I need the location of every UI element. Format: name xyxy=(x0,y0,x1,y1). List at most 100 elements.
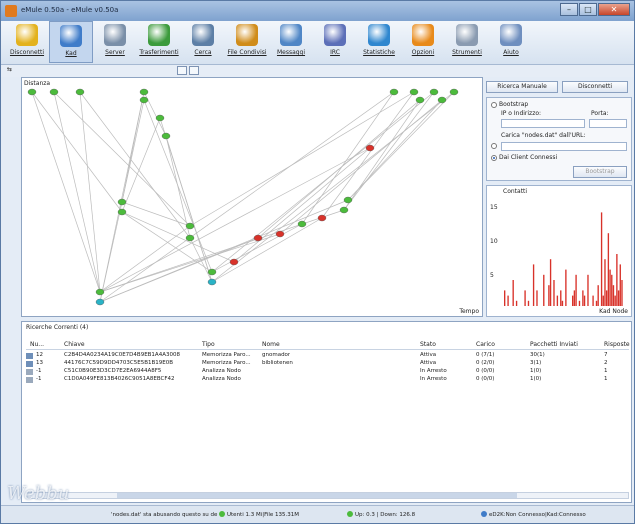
kad-node[interactable] xyxy=(95,288,105,296)
column-header[interactable]: Nome xyxy=(262,341,280,348)
table-row[interactable]: 13 44176C7C59D9DD4703C5E5B1B19E0B Memorizz… xyxy=(26,360,629,368)
table-cell: 0 (2/0) xyxy=(476,360,495,366)
toolbar-search-button[interactable]: Cerca xyxy=(181,21,225,63)
kad-node[interactable] xyxy=(161,132,171,140)
kad-node[interactable] xyxy=(429,88,439,96)
kad-node[interactable] xyxy=(117,208,127,216)
ip-input[interactable] xyxy=(501,119,585,128)
view-graph-icon[interactable] xyxy=(177,66,187,75)
disconnect-icon xyxy=(16,24,38,46)
kad-node[interactable] xyxy=(415,96,425,104)
table-cell: In Arresto xyxy=(420,376,447,382)
kad-node[interactable] xyxy=(49,88,59,96)
histogram-bar xyxy=(607,233,610,306)
histogram-bar xyxy=(597,285,599,306)
toolbar-label: Strumenti xyxy=(452,49,482,56)
disconnect-button[interactable]: Disconnetti xyxy=(562,81,628,93)
kad-node[interactable] xyxy=(185,234,195,242)
graph-edge xyxy=(53,91,191,227)
bootstrap-radio[interactable] xyxy=(491,102,497,108)
url-radio[interactable] xyxy=(491,143,497,149)
column-header[interactable]: Risposte xyxy=(604,341,630,348)
horizontal-scrollbar[interactable] xyxy=(26,492,629,499)
toolbar-options-button[interactable]: Opzioni xyxy=(401,21,445,63)
kad-node[interactable] xyxy=(155,114,165,122)
url-input[interactable] xyxy=(501,142,627,151)
graph-canvas[interactable] xyxy=(22,78,482,316)
table-cell: Analizza Nodo xyxy=(202,376,241,382)
histogram-bar xyxy=(582,290,584,306)
port-input[interactable] xyxy=(589,119,627,128)
manual-search-button[interactable]: Ricerca Manuale xyxy=(486,81,558,93)
table-row[interactable]: 12 C2B4D4A0234A19C0E7D4B9EB1A4A3008 Memori… xyxy=(26,352,629,360)
kad-node[interactable] xyxy=(389,88,399,96)
kad-node[interactable] xyxy=(437,96,447,104)
kad-subbar: ⇆ xyxy=(1,65,634,77)
toolbar-irc-button[interactable]: IRC xyxy=(313,21,357,63)
toolbar-tools-button[interactable]: Strumenti xyxy=(445,21,489,63)
watermark-logo: Webbu xyxy=(7,483,70,504)
kad-node[interactable] xyxy=(207,268,217,276)
close-button[interactable]: ✕ xyxy=(598,3,630,16)
histogram-bar xyxy=(515,300,518,306)
toolbar-label: Server xyxy=(105,49,125,56)
table-row[interactable]: -1 C1D0A049FE813B4026C9051A8EBCF42 Analizz… xyxy=(26,376,629,384)
table-cell: 1(0) xyxy=(530,376,542,382)
kad-node[interactable] xyxy=(229,258,239,266)
toolbar-stats-button[interactable]: Statistiche xyxy=(357,21,401,63)
kad-node[interactable] xyxy=(343,196,353,204)
kad-node[interactable] xyxy=(297,220,307,228)
kad-node[interactable] xyxy=(185,222,195,230)
kad-node[interactable] xyxy=(207,278,217,286)
kad-node[interactable] xyxy=(253,234,263,242)
histogram-ylabel-10: 10 xyxy=(490,238,498,245)
kad-node[interactable] xyxy=(139,88,149,96)
column-header[interactable]: Nu... xyxy=(30,341,44,348)
toolbar-server-button[interactable]: Server xyxy=(93,21,137,63)
graph-edge xyxy=(233,147,371,263)
scrollbar-thumb[interactable] xyxy=(117,493,517,498)
table-cell: Attiva xyxy=(420,360,437,366)
toolbar-help-button[interactable]: Aiuto xyxy=(489,21,533,63)
histogram-bar xyxy=(573,290,576,306)
column-header[interactable]: Carico xyxy=(476,341,495,348)
graph-edge xyxy=(79,91,191,239)
toolbar-messages-button[interactable]: Messaggi xyxy=(269,21,313,63)
bootstrap-button[interactable]: Bootstrap xyxy=(573,166,627,178)
table-cell: 44176C7C59D9DD4703C5E5B1B19E0B xyxy=(64,360,173,366)
maximize-button[interactable]: □ xyxy=(579,3,597,16)
kad-node[interactable] xyxy=(409,88,419,96)
column-header[interactable]: Chiave xyxy=(64,341,85,348)
toolbar-shared-button[interactable]: File Condivisi xyxy=(225,21,269,63)
toolbar-disconnect-button[interactable]: Disconnetti xyxy=(5,21,49,63)
table-cell: C2B4D4A0234A19C0E7D4B9EB1A4A3008 xyxy=(64,352,180,358)
kad-node[interactable] xyxy=(449,88,459,96)
kad-node[interactable] xyxy=(317,214,327,222)
table-cell: 7 xyxy=(604,352,608,358)
app-icon xyxy=(5,5,17,17)
column-header[interactable]: Pacchetti Inviati xyxy=(530,341,578,348)
toolbar-label: Messaggi xyxy=(276,49,306,56)
column-header[interactable]: Tipo xyxy=(202,341,215,348)
kad-node[interactable] xyxy=(27,88,37,96)
kad-node[interactable] xyxy=(275,230,285,238)
kad-node[interactable] xyxy=(139,96,149,104)
kad-node[interactable] xyxy=(95,298,105,306)
kad-node[interactable] xyxy=(365,144,375,152)
table-cell: C51C0B90E3D3CD7E2EA6944A8F5 xyxy=(64,368,162,374)
kad-node[interactable] xyxy=(339,206,349,214)
minimize-button[interactable]: – xyxy=(560,3,578,16)
toolbar-transfer-button[interactable]: Trasferimenti xyxy=(137,21,181,63)
view-list-icon[interactable] xyxy=(189,66,199,75)
window-title: eMule 0.50a - eMule v0.50a xyxy=(21,6,119,14)
table-row[interactable]: -1 C51C0B90E3D3CD7E2EA6944A8F5 Analizza No… xyxy=(26,368,629,376)
column-header[interactable]: Stato xyxy=(420,341,436,348)
graph-edge xyxy=(99,201,123,303)
clients-radio[interactable] xyxy=(491,155,497,161)
kad-node[interactable] xyxy=(75,88,85,96)
toolbar-kad-button[interactable]: Kad xyxy=(49,21,93,63)
kad-icon xyxy=(60,25,82,47)
updown-icon xyxy=(347,511,353,517)
kad-node[interactable] xyxy=(117,198,127,206)
irc-icon xyxy=(324,24,346,46)
